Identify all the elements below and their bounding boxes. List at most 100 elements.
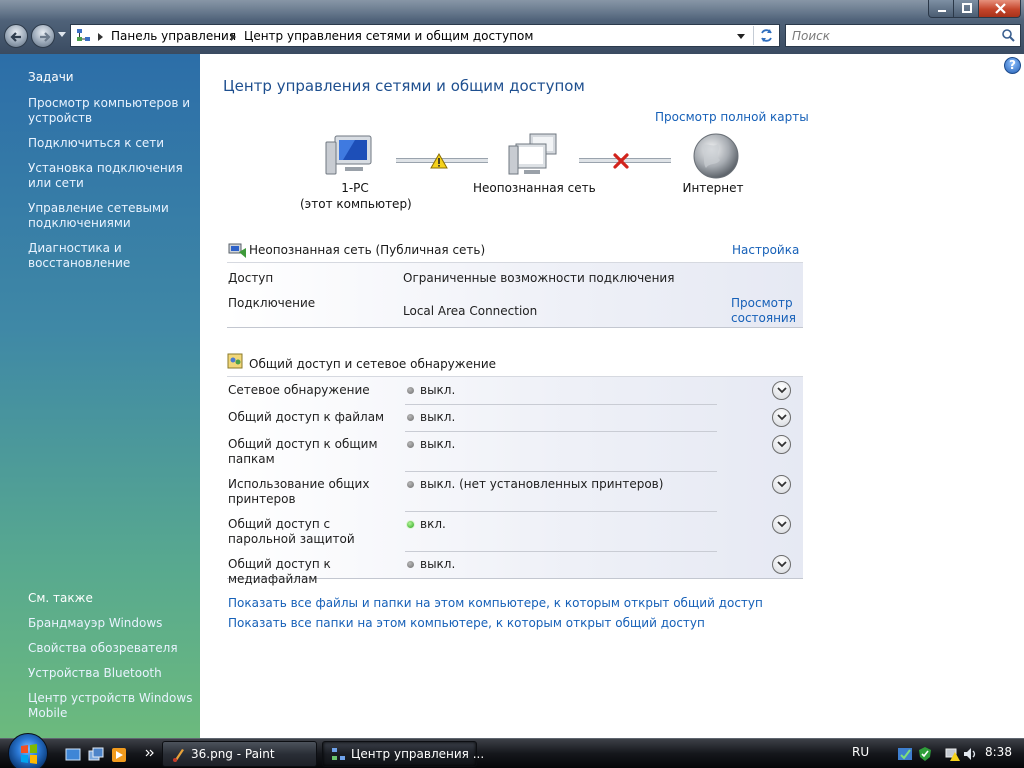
start-button[interactable] — [8, 733, 48, 768]
sharing-icon — [227, 353, 243, 369]
breadcrumb-separator-icon[interactable] — [231, 33, 236, 41]
chevron-down-icon — [777, 521, 787, 528]
title-bar-shine — [0, 0, 1024, 20]
breadcrumb-control-panel[interactable]: Панель управления — [111, 29, 236, 43]
row-divider — [405, 551, 717, 552]
back-arrow-icon — [10, 32, 21, 42]
sharing-row-value: выкл. — [420, 383, 456, 397]
windows-defender-icon[interactable] — [897, 746, 913, 762]
expand-public-folder-button[interactable] — [772, 435, 791, 454]
maximize-icon — [962, 3, 972, 13]
expand-printer-sharing-button[interactable] — [772, 475, 791, 494]
main-content: ? Центр управления сетями и общим доступ… — [200, 54, 1024, 738]
taskbar: 36.png - Paint Центр управления ... RU 8… — [0, 733, 1024, 768]
internet-globe-icon[interactable] — [692, 132, 740, 180]
minimize-button[interactable] — [928, 0, 954, 18]
see-also-firewall[interactable]: Брандмауэр Windows — [28, 616, 198, 631]
connection-value: Local Area Connection — [403, 304, 538, 318]
minimize-icon — [938, 10, 946, 12]
view-status-line-2: состояния — [731, 311, 796, 325]
maximize-button[interactable] — [953, 0, 979, 18]
expand-password-sharing-button[interactable] — [772, 515, 791, 534]
refresh-button[interactable] — [753, 26, 777, 45]
media-player-icon[interactable] — [111, 747, 127, 762]
network-heading: Неопознанная сеть (Публичная сеть) — [249, 243, 486, 257]
customize-link[interactable]: Настройка — [732, 243, 799, 257]
row-divider — [405, 511, 717, 512]
windows-logo-icon — [21, 744, 37, 764]
show-shared-files-link[interactable]: Показать все файлы и папки на этом компь… — [228, 596, 763, 610]
security-center-icon[interactable] — [917, 746, 933, 762]
breadcrumb-network-center[interactable]: Центр управления сетями и общим доступом — [244, 29, 533, 43]
see-also-windows-mobile[interactable]: Центр устройств Windows Mobile — [28, 691, 198, 721]
taskbar-paint-button[interactable]: 36.png - Paint — [162, 741, 317, 767]
switch-windows-icon[interactable] — [88, 747, 104, 762]
connection-label: Подключение — [228, 296, 316, 310]
address-bar[interactable]: Панель управления Центр управления сетям… — [70, 24, 780, 47]
task-diagnose-repair[interactable]: Диагностика и восстановление — [28, 241, 198, 271]
disconnected-x-icon[interactable] — [613, 153, 629, 169]
status-off-icon — [407, 387, 414, 394]
forward-arrow-icon — [40, 32, 51, 42]
help-button[interactable]: ? — [1004, 57, 1021, 74]
network-details: Доступ Ограниченные возможности подключе… — [227, 262, 803, 328]
search-box[interactable]: Поиск — [785, 24, 1021, 47]
task-connect-network[interactable]: Подключиться к сети — [28, 136, 198, 151]
network-name: Неопознанная сеть — [473, 181, 596, 195]
search-placeholder: Поиск — [792, 29, 831, 43]
history-dropdown-icon[interactable] — [58, 32, 66, 37]
quick-launch-overflow-icon[interactable] — [145, 748, 155, 758]
status-on-icon — [407, 521, 414, 528]
network-icon[interactable] — [508, 132, 562, 178]
taskbar-network-center-button[interactable]: Центр управления ... — [322, 741, 484, 767]
search-icon[interactable] — [1001, 28, 1016, 43]
access-label: Доступ — [228, 271, 274, 285]
sharing-row-label: Использование общих принтеров — [228, 477, 370, 506]
computer-name: 1-PC — [341, 181, 369, 195]
task-setup-connection[interactable]: Установка подключения или сети — [28, 161, 198, 191]
breadcrumb-separator-icon[interactable] — [98, 33, 103, 41]
computer-icon[interactable] — [325, 134, 375, 178]
warning-icon[interactable] — [430, 153, 448, 169]
address-dropdown-icon[interactable] — [737, 34, 745, 39]
view-full-map-link[interactable]: Просмотр полной карты — [655, 110, 809, 124]
row-divider — [405, 404, 717, 405]
expand-media-sharing-button[interactable] — [772, 555, 791, 574]
show-shared-folders-link[interactable]: Показать все папки на этом компьютере, к… — [228, 616, 705, 630]
expand-network-discovery-button[interactable] — [772, 381, 791, 400]
sharing-row-value: выкл. (нет установленных принтеров) — [420, 477, 664, 491]
internet-label: Интернет — [682, 181, 744, 195]
back-button[interactable] — [4, 24, 28, 48]
volume-icon[interactable] — [962, 746, 978, 762]
public-network-icon — [228, 243, 246, 258]
chevron-down-icon — [777, 481, 787, 488]
task-view-computers[interactable]: Просмотр компьютеров и устройств — [28, 96, 198, 126]
sharing-heading: Общий доступ и сетевое обнаружение — [249, 357, 497, 371]
sharing-row-value: выкл. — [420, 410, 456, 424]
see-also-internet-options[interactable]: Свойства обозревателя — [28, 641, 198, 656]
network-warning-icon[interactable] — [945, 746, 961, 762]
page-title: Центр управления сетями и общим доступом — [223, 77, 585, 95]
sharing-section: Общий доступ и сетевое обнаружение Сетев… — [227, 353, 803, 586]
close-button[interactable] — [978, 0, 1021, 18]
network-center-icon — [77, 29, 90, 41]
show-desktop-icon[interactable] — [65, 747, 81, 762]
row-divider — [405, 471, 717, 472]
taskbar-network-center-label: Центр управления ... — [351, 747, 485, 761]
expand-file-sharing-button[interactable] — [772, 408, 791, 427]
chevron-down-icon — [777, 414, 787, 421]
view-status-line-1: Просмотр — [731, 296, 793, 310]
forward-button[interactable] — [31, 24, 55, 48]
network-section: Неопознанная сеть (Публичная сеть) Настр… — [227, 240, 803, 330]
task-manage-connections[interactable]: Управление сетевыми подключениями — [28, 201, 198, 231]
language-indicator[interactable]: RU — [852, 745, 869, 759]
status-off-icon — [407, 481, 414, 488]
sharing-row-label: Общий доступ с парольной защитой — [228, 517, 355, 546]
clock[interactable]: 8:38 — [985, 745, 1012, 759]
status-off-icon — [407, 441, 414, 448]
view-status-link[interactable]: Просмотр состояния — [731, 296, 796, 326]
see-also-bluetooth[interactable]: Устройства Bluetooth — [28, 666, 198, 681]
chevron-down-icon — [777, 387, 787, 394]
task-pane: Задачи Просмотр компьютеров и устройств … — [0, 54, 200, 738]
sharing-row-value: выкл. — [420, 437, 456, 451]
